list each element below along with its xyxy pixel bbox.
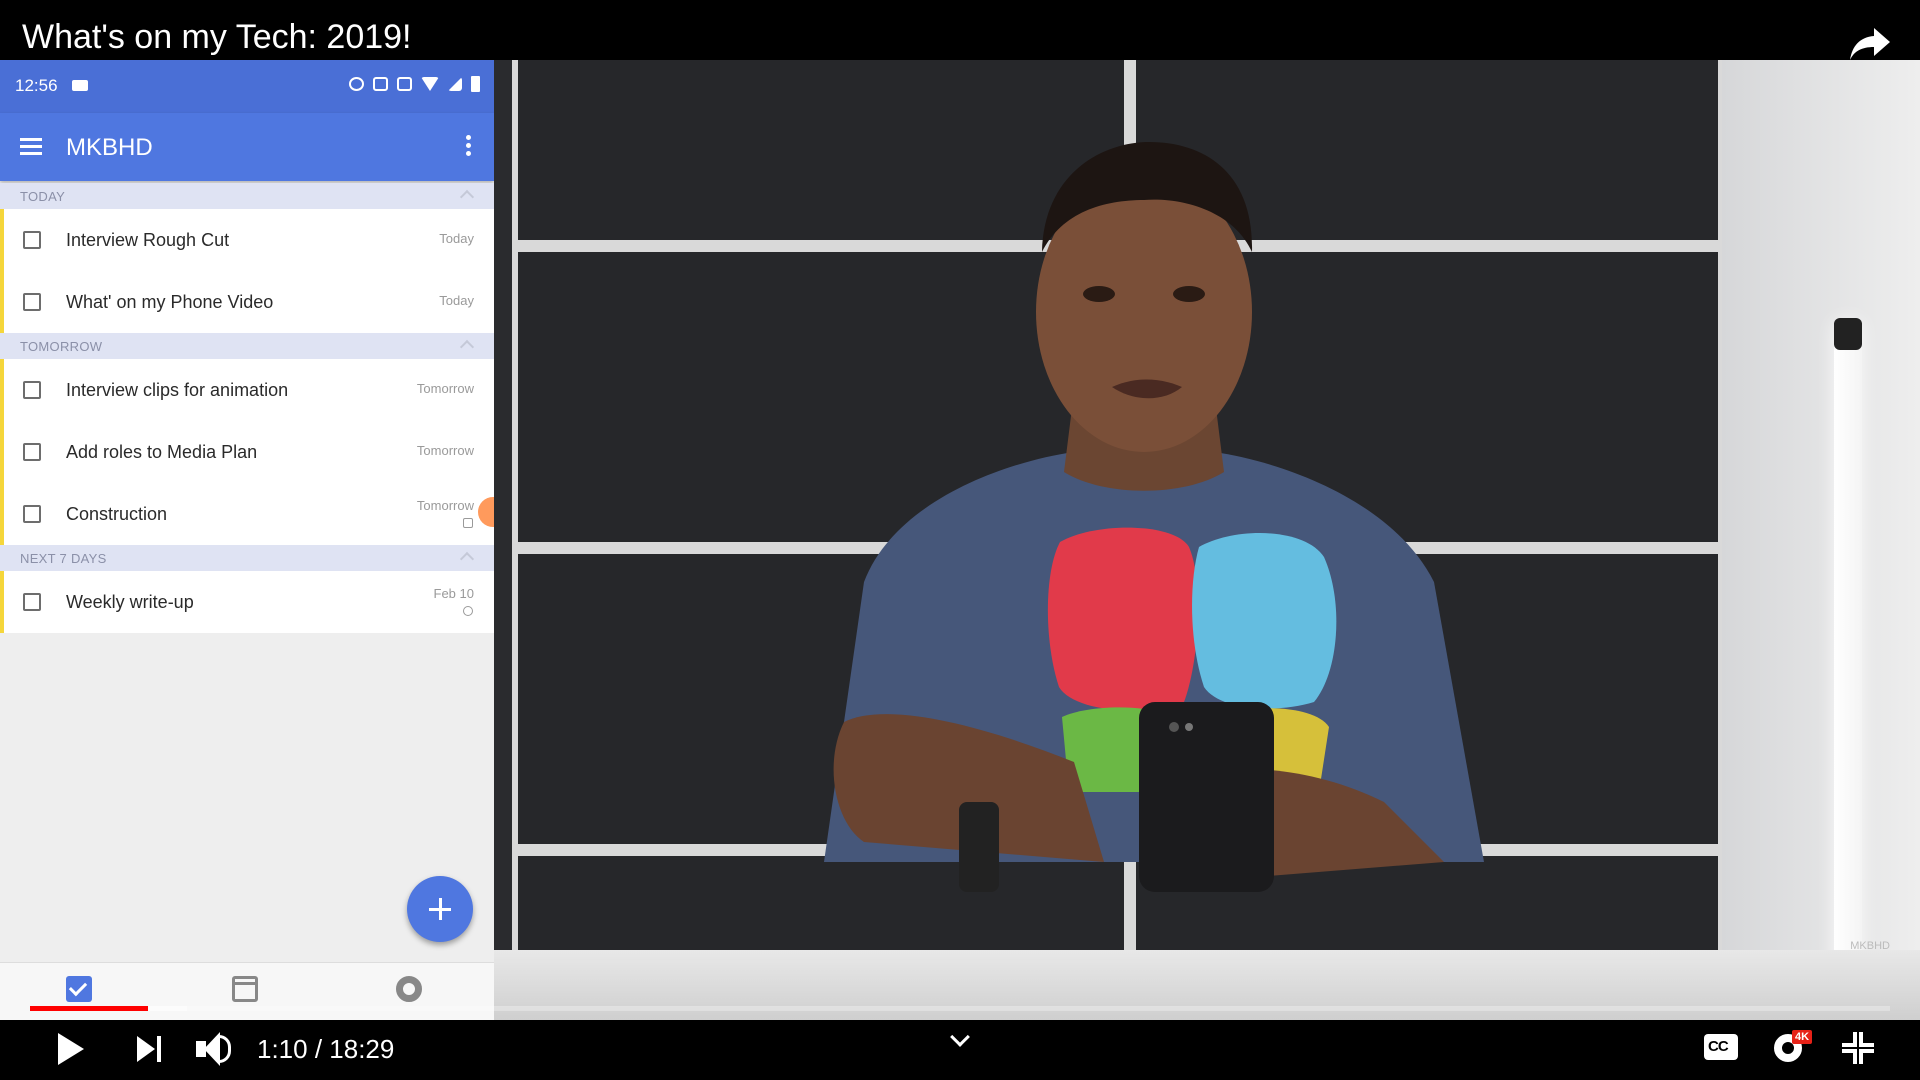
task-due-date: Today <box>439 293 474 308</box>
task-list: TODAY Interview Rough Cut Today What' on… <box>0 183 494 633</box>
side-wall <box>1722 60 1920 960</box>
section-label: TODAY <box>20 189 66 204</box>
task-title: What' on my Phone Video <box>66 292 274 312</box>
collapse-chevron-icon <box>459 189 475 205</box>
captions-label: CC <box>1708 1038 1729 1055</box>
channel-watermark: MKBHD <box>1850 940 1890 952</box>
app-title: MKBHD <box>66 134 153 161</box>
phone-screen-overlay: 12:56 MKBHD TODAY Interview Rough Cut To… <box>0 60 494 1020</box>
task-title: Interview clips for animation <box>66 380 289 400</box>
settings-tab-icon[interactable] <box>396 976 422 1002</box>
task-title: Interview Rough Cut <box>66 230 230 250</box>
task-title: Add roles to Media Plan <box>66 442 258 462</box>
exit-fullscreen-icon[interactable] <box>1842 1032 1874 1064</box>
player-controls: 1:10 / 18:29 CC 4K <box>0 1020 1920 1080</box>
task-checkbox[interactable] <box>23 443 41 461</box>
section-header-tomorrow[interactable]: TOMORROW <box>0 333 494 359</box>
task-row[interactable]: What' on my Phone Video Today <box>0 271 494 333</box>
task-due-date: Tomorrow <box>416 443 474 458</box>
task-checkbox[interactable] <box>23 593 41 611</box>
task-due-date: Tomorrow <box>416 498 474 513</box>
battery-icon <box>471 76 480 92</box>
chevron-down-icon[interactable] <box>950 1027 970 1047</box>
note-icon <box>463 518 473 528</box>
task-title: Construction <box>66 504 168 524</box>
task-checkbox[interactable] <box>23 231 41 249</box>
collapse-chevron-icon <box>459 551 475 567</box>
task-row[interactable]: Construction Tomorrow <box>0 483 494 545</box>
video-title-bar: What's on my Tech: 2019! <box>0 0 1920 60</box>
progress-played <box>30 1006 148 1011</box>
progress-bar[interactable] <box>30 1006 1890 1011</box>
task-row[interactable]: Weekly write-up Feb 10 <box>0 571 494 633</box>
time-display: 1:10 / 18:29 <box>257 1034 395 1064</box>
video-scene: MKBHD <box>494 60 1920 1020</box>
app-bar: MKBHD <box>0 113 494 181</box>
share-icon[interactable] <box>1848 24 1892 64</box>
touch-indicator <box>478 497 494 527</box>
collapse-chevron-icon <box>459 339 475 355</box>
task-due-date: Feb 10 <box>433 586 474 601</box>
task-row[interactable]: Interview Rough Cut Today <box>0 209 494 271</box>
task-checkbox[interactable] <box>23 293 41 311</box>
quality-badge: 4K <box>1792 1030 1813 1044</box>
bottom-navigation <box>0 962 494 1020</box>
play-button[interactable] <box>58 1033 84 1065</box>
video-frame[interactable]: MKBHD 12:56 MKBHD TODAY Interview Rough … <box>0 60 1920 1020</box>
add-task-button[interactable] <box>407 876 473 942</box>
task-checkbox[interactable] <box>23 381 41 399</box>
task-due-date: Tomorrow <box>416 381 474 396</box>
section-header-next-7-days[interactable]: NEXT 7 DAYS <box>0 545 494 571</box>
status-icons <box>349 76 480 92</box>
section-label: NEXT 7 DAYS <box>20 551 107 566</box>
presenter <box>824 142 1484 892</box>
next-video-button[interactable] <box>137 1036 161 1062</box>
vibrate-icon <box>397 77 412 91</box>
cast-icon <box>373 77 388 91</box>
task-row[interactable]: Add roles to Media Plan Tomorrow <box>0 421 494 483</box>
task-title: Weekly write-up <box>66 592 194 612</box>
camera-icon <box>72 80 88 91</box>
signal-icon <box>448 77 462 91</box>
wifi-icon <box>421 77 439 91</box>
section-header-today[interactable]: TODAY <box>0 183 494 209</box>
light-cap <box>1834 318 1862 350</box>
repeat-icon <box>463 606 473 616</box>
task-row[interactable]: Interview clips for animation Tomorrow <box>0 359 494 421</box>
calendar-tab-icon[interactable] <box>232 976 258 1002</box>
hamburger-menu-icon[interactable] <box>20 138 42 156</box>
task-due-date: Today <box>439 231 474 246</box>
phone-status-bar: 12:56 <box>0 60 494 113</box>
captions-button[interactable]: CC <box>1704 1034 1738 1060</box>
alarm-icon <box>349 77 364 91</box>
light-tube <box>1834 320 1862 980</box>
tasks-tab-icon[interactable] <box>66 976 92 1002</box>
status-time: 12:56 <box>15 76 58 95</box>
more-options-icon[interactable] <box>466 135 472 159</box>
video-title: What's on my Tech: 2019! <box>22 18 412 56</box>
section-label: TOMORROW <box>20 339 103 354</box>
task-checkbox[interactable] <box>23 505 41 523</box>
